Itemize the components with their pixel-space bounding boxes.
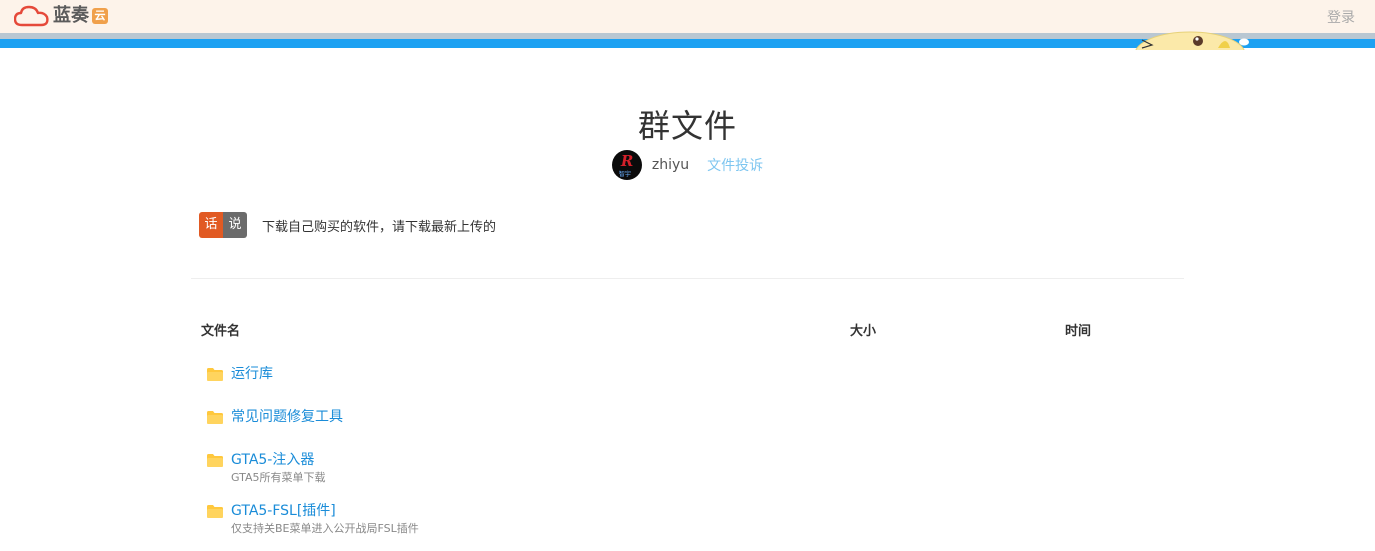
avatar: R 智宇 bbox=[611, 150, 642, 180]
folder-description: GTA5所有菜单下载 bbox=[231, 471, 326, 484]
notice-bar: 话说 下载自己购买的软件，请下载最新上传的 bbox=[199, 212, 496, 238]
column-header-time: 时间 bbox=[1065, 324, 1092, 339]
divider bbox=[191, 278, 1184, 279]
site-logo[interactable]: 蓝奏 云 bbox=[14, 3, 108, 29]
column-header-name: 文件名 bbox=[201, 324, 241, 339]
logo-badge: 云 bbox=[92, 8, 108, 24]
column-header-size: 大小 bbox=[850, 324, 877, 339]
mascot-illustration bbox=[1130, 20, 1250, 50]
folder-icon bbox=[207, 411, 223, 424]
notice-text: 下载自己购买的软件，请下载最新上传的 bbox=[262, 219, 497, 235]
notice-tag: 话 bbox=[199, 212, 223, 238]
folder-name[interactable]: GTA5-注入器 bbox=[231, 449, 314, 469]
folder-name[interactable]: GTA5-FSL[插件] bbox=[231, 500, 336, 520]
folder-icon bbox=[207, 505, 223, 518]
login-link[interactable]: 登录 bbox=[1327, 7, 1355, 27]
report-file-link[interactable]: 文件投诉 bbox=[707, 155, 763, 175]
cloud-icon bbox=[14, 5, 49, 27]
folder-name[interactable]: 运行库 bbox=[231, 363, 273, 383]
notice-tag: 说 bbox=[223, 212, 247, 238]
logo-text: 蓝奏 bbox=[53, 5, 89, 26]
folder-icon bbox=[207, 454, 223, 467]
owner-info: R 智宇 zhiyu 文件投诉 bbox=[0, 150, 1375, 180]
folder-name[interactable]: 常见问题修复工具 bbox=[231, 406, 343, 426]
owner-name: zhiyu bbox=[651, 157, 690, 173]
folder-icon bbox=[207, 368, 223, 381]
page-title: 群文件 bbox=[637, 107, 737, 145]
folder-description: 仅支持关BE菜单进入公开战局FSL插件 bbox=[231, 522, 419, 535]
